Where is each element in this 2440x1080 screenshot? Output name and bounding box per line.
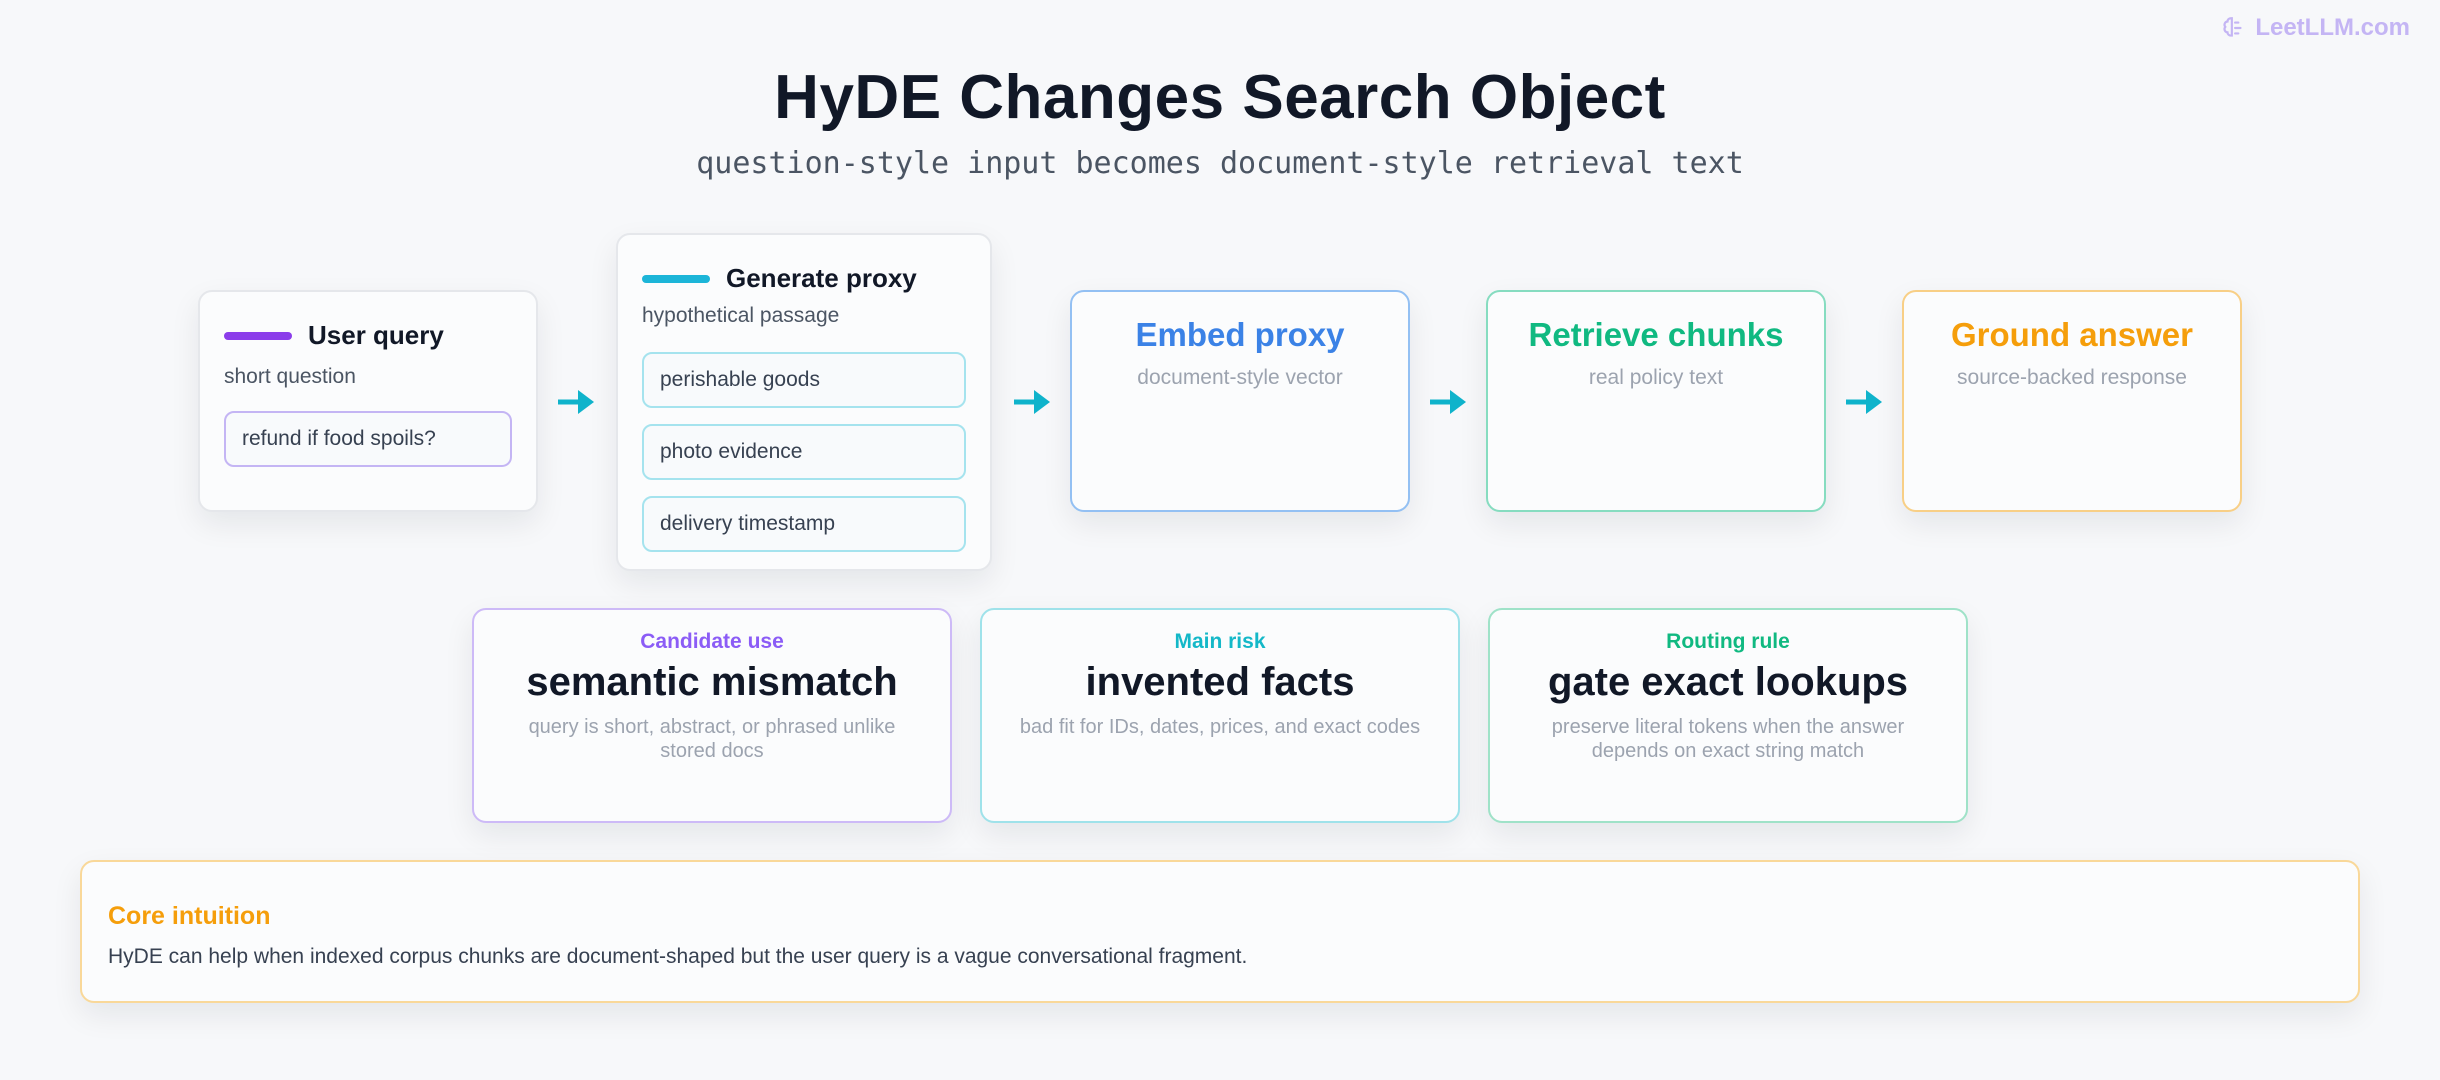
proxy-item-delivery-timestamp: delivery timestamp <box>642 496 966 552</box>
candidate-use-kicker: Candidate use <box>640 630 784 653</box>
generate-proxy-accent-bar <box>642 274 710 283</box>
retrieve-chunks-card: Retrieve chunks real policy text <box>1486 290 1826 512</box>
arrow-right-icon <box>1846 390 1882 414</box>
candidate-use-description: query is short, abstract, or phrased unl… <box>528 716 896 762</box>
page-subtitle: question-style input becomes document-st… <box>696 146 1744 181</box>
generate-proxy-card: Generate proxy hypothetical passage peri… <box>616 233 992 571</box>
proxy-item-photo-evidence: photo evidence <box>642 424 966 480</box>
arrow-right-icon <box>1014 390 1050 414</box>
core-intuition-panel: Core intuition HyDE can help when indexe… <box>80 860 2360 1003</box>
ground-answer-subtitle: source-backed response <box>1957 366 2187 389</box>
main-risk-description: bad fit for IDs, dates, prices, and exac… <box>1019 716 1421 738</box>
ground-answer-card: Ground answer source-backed response <box>1902 290 2242 512</box>
user-query-sublabel: short question <box>224 365 356 388</box>
routing-rule-kicker: Routing rule <box>1666 630 1790 653</box>
generate-proxy-sublabel: hypothetical passage <box>642 304 840 327</box>
brand-name: LeetLLM.com <box>2255 14 2410 41</box>
ground-answer-title: Ground answer <box>1950 316 2194 353</box>
proxy-item-perishable-goods: perishable goods <box>642 352 966 408</box>
embed-proxy-card: Embed proxy document-style vector <box>1070 290 1410 512</box>
candidate-use-headline: semantic mismatch <box>526 660 898 704</box>
arrow-right-icon <box>1430 390 1466 414</box>
user-query-card: User query short question refund if food… <box>198 290 538 512</box>
routing-rule-card: Routing rule gate exact lookups preserve… <box>1488 608 1968 823</box>
candidate-use-card: Candidate use semantic mismatch query is… <box>472 608 952 823</box>
embed-proxy-subtitle: document-style vector <box>1137 366 1343 389</box>
embed-proxy-title: Embed proxy <box>1135 316 1345 353</box>
arrow-right-icon <box>558 390 594 414</box>
routing-rule-description: preserve literal tokens when the answer … <box>1551 716 1905 762</box>
page-title: HyDE Changes Search Object <box>774 63 1666 132</box>
brand-logo[interactable]: LeetLLM.com <box>2221 14 2410 42</box>
retrieve-chunks-title: Retrieve chunks <box>1528 316 1784 353</box>
user-query-example: refund if food spoils? <box>224 411 512 467</box>
main-risk-headline: invented facts <box>1085 660 1355 704</box>
routing-rule-headline: gate exact lookups <box>1547 660 1909 704</box>
main-risk-card: Main risk invented facts bad fit for IDs… <box>980 608 1460 823</box>
brain-icon <box>2223 17 2242 37</box>
core-intuition-text: HyDE can help when indexed corpus chunks… <box>108 945 1248 968</box>
main-risk-kicker: Main risk <box>1174 630 1266 653</box>
generate-proxy-label: Generate proxy <box>726 263 917 293</box>
user-query-label: User query <box>308 320 444 350</box>
retrieve-chunks-subtitle: real policy text <box>1588 366 1724 389</box>
user-query-accent-bar <box>224 331 292 340</box>
core-intuition-title: Core intuition <box>108 902 271 930</box>
